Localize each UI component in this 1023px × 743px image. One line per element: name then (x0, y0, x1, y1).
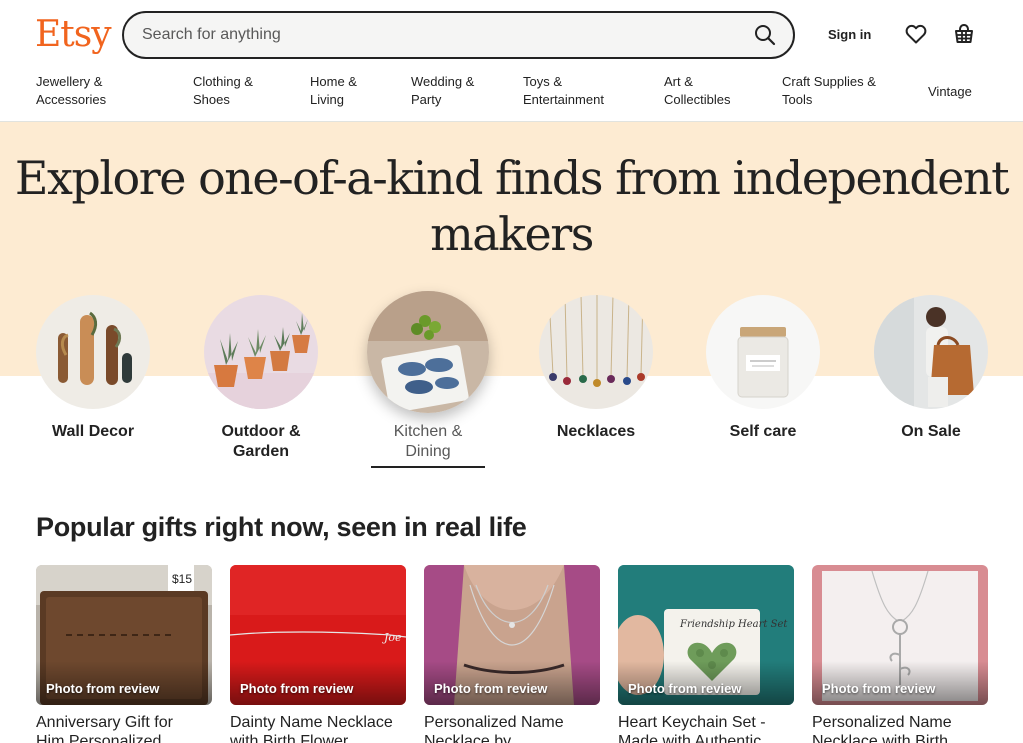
product-card[interactable]: Photo from review Personalized Name Neck… (812, 565, 988, 743)
favorites-button[interactable] (902, 20, 930, 48)
etsy-logo[interactable]: Etsy (35, 13, 112, 57)
cart-button[interactable] (950, 20, 978, 48)
product-title[interactable]: Heart Keychain Set - Made with Authentic (618, 713, 794, 743)
svg-text:Joe: Joe (382, 631, 402, 644)
product-card[interactable]: Friendship Heart Set Photo from review H… (618, 565, 794, 743)
product-image: Friendship Heart Set Photo from review (618, 565, 794, 705)
category-label: Wall Decor (51, 423, 135, 440)
category-label: On Sale (901, 423, 961, 440)
category-nav: Jewellery & Accessories Clothing & Shoes… (0, 73, 1023, 113)
search-icon (755, 25, 776, 46)
search-input[interactable] (142, 13, 732, 57)
nav-item-jewellery[interactable]: Jewellery & Accessories (36, 73, 106, 109)
nav-item-clothing[interactable]: Clothing & Shoes (193, 73, 253, 109)
necklaces-image (539, 295, 653, 409)
category-on-sale[interactable]: On Sale (851, 295, 1011, 442)
basket-icon (955, 23, 973, 43)
category-kitchen-dining[interactable]: Kitchen & Dining (348, 291, 508, 462)
nav-item-wedding[interactable]: Wedding & Party (411, 73, 474, 109)
wall-decor-image (36, 295, 150, 409)
search-button[interactable] (747, 19, 783, 51)
category-outdoor-garden[interactable]: Outdoor & Garden (181, 295, 341, 462)
product-card[interactable]: Joe Photo from review Dainty Name Neckla… (230, 565, 406, 743)
self-care-image (706, 295, 820, 409)
photo-from-review-badge: Photo from review (46, 681, 160, 696)
product-title[interactable]: Personalized Name Necklace with Birth (812, 713, 988, 743)
photo-from-review-badge: Photo from review (822, 681, 936, 696)
product-title[interactable]: Personalized Name Necklace by (424, 713, 600, 743)
product-card[interactable]: Photo from review Personalized Name Neck… (424, 565, 600, 743)
nav-item-home[interactable]: Home & Living (310, 73, 357, 109)
heart-icon (905, 24, 927, 44)
svg-text:Friendship Heart Set: Friendship Heart Set (679, 619, 788, 630)
category-label: Kitchen & Dining (393, 423, 463, 460)
product-card[interactable]: $15 Photo from review Anniversary Gift f… (36, 565, 212, 743)
sign-in-link[interactable]: Sign in (828, 26, 871, 44)
section-title: Popular gifts right now, seen in real li… (36, 512, 527, 542)
category-necklaces[interactable]: Necklaces (516, 295, 676, 442)
photo-from-review-badge: Photo from review (628, 681, 742, 696)
photo-from-review-badge: Photo from review (434, 681, 548, 696)
search-bar (122, 11, 795, 59)
nav-item-craft[interactable]: Craft Supplies & Tools (782, 73, 876, 109)
active-category-underline (371, 466, 485, 468)
product-title[interactable]: Anniversary Gift for Him Personalized (36, 713, 212, 743)
nav-item-art[interactable]: Art & Collectibles (664, 73, 730, 109)
product-image: $15 Photo from review (36, 565, 212, 705)
photo-from-review-badge: Photo from review (240, 681, 354, 696)
category-wall-decor[interactable]: Wall Decor (13, 295, 173, 442)
on-sale-image (874, 295, 988, 409)
product-image: Photo from review (424, 565, 600, 705)
svg-text:$15: $15 (172, 572, 192, 586)
outdoor-garden-image (204, 295, 318, 409)
product-title[interactable]: Dainty Name Necklace with Birth Flower (230, 713, 406, 743)
category-label: Outdoor & Garden (221, 423, 301, 460)
category-label: Necklaces (556, 423, 636, 440)
site-header: Etsy Sign in Jewellery & Accessories Clo… (0, 0, 1023, 122)
kitchen-dining-image (367, 291, 489, 413)
nav-item-toys[interactable]: Toys & Entertainment (523, 73, 604, 109)
product-image: Joe Photo from review (230, 565, 406, 705)
category-label: Self care (729, 423, 797, 440)
hero-title: Explore one-of-a-kind finds from indepen… (14, 151, 1010, 261)
category-self-care[interactable]: Self care (683, 295, 843, 442)
nav-item-vintage[interactable]: Vintage (928, 83, 972, 101)
product-image: Photo from review (812, 565, 988, 705)
